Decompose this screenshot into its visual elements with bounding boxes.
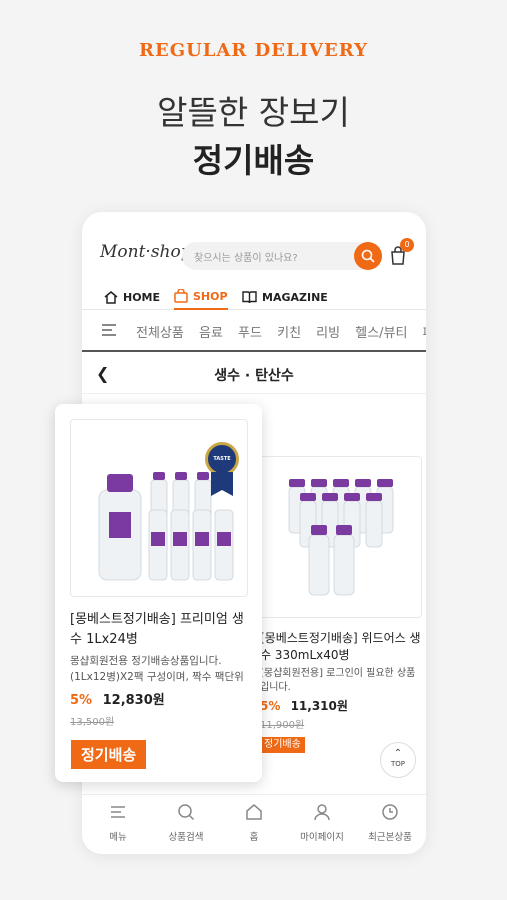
search-input[interactable]: 찾으시는 상품이 있나요? (194, 249, 298, 264)
original-price: 11,900원 (260, 720, 305, 732)
menu-icon (111, 806, 125, 818)
nav-recent-label: 최근본상품 (368, 832, 412, 843)
tab-home[interactable]: HOME (104, 284, 160, 310)
category-item[interactable]: 키친 (277, 326, 301, 341)
product-info[interactable]: [몽베스트정기배송] 프리미엄 생수 1Lx24병 몽샵회원전용 정기배송상품입… (70, 610, 254, 728)
scroll-top-button[interactable]: ⌃ TOP (380, 742, 416, 778)
logo[interactable]: Mont·shop (100, 242, 192, 262)
promo-eyebrow: REGULAR DELIVERY (139, 40, 368, 61)
discount-rate: 5% (260, 698, 281, 713)
tab-magazine[interactable]: MAGAZINE (242, 284, 328, 310)
product-image[interactable]: TASTE (70, 419, 248, 597)
category-menu-icon[interactable] (102, 324, 116, 336)
nav-recent[interactable]: 최근본상품 (356, 803, 424, 843)
cart-count-badge: 0 (400, 238, 414, 252)
sub-header: ❮ 생수 · 탄산수 (82, 354, 426, 394)
search-icon (361, 249, 375, 263)
sale-price: 12,830원 (102, 692, 165, 708)
nav-home[interactable]: 홈 (220, 803, 288, 843)
chevron-up-icon: ⌃ (393, 748, 403, 759)
scroll-top-label: TOP (390, 760, 405, 768)
tab-shop-label: SHOP (193, 289, 228, 303)
product-price: 5% 12,830원 (70, 689, 254, 708)
original-price: 13,500원 (70, 716, 115, 728)
discount-rate: 5% (70, 692, 93, 708)
nav-menu[interactable]: 메뉴 (84, 803, 152, 843)
home-icon (104, 290, 118, 304)
category-list: 전체상품 음료 푸드 키친 리빙 헬스/뷰티 패 (136, 322, 426, 341)
category-bar: 전체상품 음료 푸드 키친 리빙 헬스/뷰티 패 (82, 310, 426, 352)
subscription-tag[interactable]: 정기배송 (71, 740, 147, 769)
product-desc: 몽샵회원전용 정기배송상품입니다. (1Lx12병)X2팩 구성이며, 짝수 팩… (70, 655, 244, 684)
promo-headline-bold: 정기배송 (192, 141, 315, 180)
water-bottles-image (288, 479, 394, 596)
category-item[interactable]: 전체상품 (136, 326, 184, 341)
search-bar[interactable]: 찾으시는 상품이 있나요? (182, 242, 382, 270)
category-item[interactable]: 헬스/뷰티 (355, 326, 407, 341)
product-title: [몽베스트정기배송] 프리미엄 생수 1Lx24병 (70, 612, 244, 648)
tab-home-label: HOME (123, 290, 161, 304)
nav-mypage[interactable]: 마이페이지 (288, 803, 356, 843)
clock-icon (382, 804, 398, 820)
product-title: [몽베스트정기배송] 위드어스 생수 330mLx40병 (260, 631, 421, 663)
promo-headline: 알뜰한 장보기 (157, 93, 350, 132)
award-badge-icon: TASTE (205, 442, 239, 476)
product-desc: [몽샵회원전용] 로그인이 필요한 상품입니다. (260, 667, 416, 693)
home-icon (246, 804, 262, 820)
nav-search-label: 상품검색 (168, 832, 204, 843)
product-price: 5% 11,310원 (260, 698, 424, 715)
book-icon (242, 290, 257, 303)
product-image[interactable] (258, 456, 422, 618)
subscription-tag: 정기배송 (260, 736, 305, 754)
bottom-nav: 메뉴 상품검색 홈 마이페이지 최근본상품 (82, 794, 426, 854)
nav-menu-label: 메뉴 (109, 832, 127, 843)
search-button[interactable] (354, 242, 382, 270)
nav-home-label: 홈 (249, 832, 259, 843)
sale-price: 11,310원 (290, 698, 348, 713)
category-item[interactable]: 패 (423, 326, 426, 341)
category-item[interactable]: 음료 (199, 326, 223, 341)
featured-product-card[interactable]: TASTE [몽베스트정기배송] 프리미엄 생수 1Lx24병 몽샵회원전용 정… (55, 404, 262, 782)
shopping-bag-icon (174, 289, 188, 303)
nav-search[interactable]: 상품검색 (152, 803, 220, 843)
product-info[interactable]: [몽베스트정기배송] 위드어스 생수 330mLx40병 [몽샵회원전용] 로그… (260, 630, 424, 754)
tab-magazine-label: MAGAZINE (262, 290, 328, 304)
page-title: 생수 · 탄산수 (214, 368, 294, 384)
user-icon (314, 804, 330, 821)
search-icon (178, 804, 195, 821)
category-item[interactable]: 리빙 (316, 326, 340, 341)
nav-mypage-label: 마이페이지 (300, 832, 344, 843)
main-tabs: HOME SHOP MAGAZINE (82, 282, 426, 310)
top-bar: Mont·shop 찾으시는 상품이 있나요? 0 (82, 238, 426, 274)
category-item[interactable]: 푸드 (238, 326, 262, 341)
tab-shop[interactable]: SHOP (174, 284, 228, 310)
